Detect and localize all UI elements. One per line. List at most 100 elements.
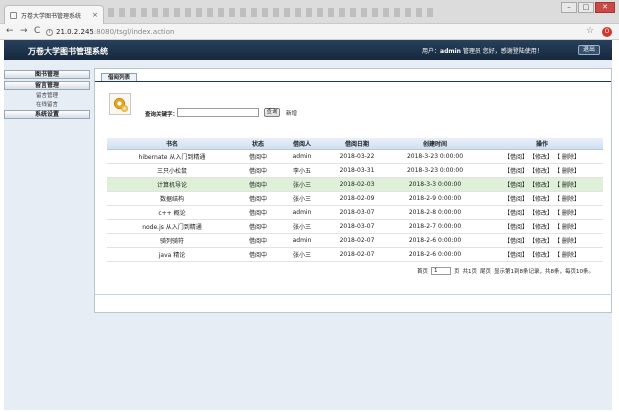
site-info-icon[interactable]: i — [46, 28, 53, 36]
first-page-link[interactable]: 首页 — [417, 267, 428, 275]
main-panel: 借阅列表 查询关键字： 查询 新增 书名 状态 借阅人 借阅日期 创建时间 操作… — [94, 68, 612, 313]
sidebar-item-book-mgmt[interactable]: 图书管理 — [4, 70, 90, 79]
table-row: node.js 从入门到精通 借阅中 张小三 2018-03-07 2018-2-7 0… — [107, 219, 603, 235]
cell-borrow-date: 2018-03-07 — [325, 219, 389, 235]
cell-borrower: admin — [279, 233, 325, 249]
cell-borrower: 张小三 — [279, 247, 325, 263]
cell-borrower: admin — [279, 205, 325, 220]
delete-link[interactable]: 【 删除】 — [557, 168, 580, 175]
reload-icon[interactable]: C — [34, 26, 40, 37]
cell-created: 2018-3-3 0:00:00 — [389, 177, 481, 192]
user-name: admin — [440, 48, 461, 55]
cell-actions: 【借阅】 【修改】【 删除】 — [481, 163, 603, 178]
search-label: 查询关键字： — [145, 112, 179, 118]
cell-borrower: 张小三 — [279, 177, 325, 192]
delete-link[interactable]: 【 删除】 — [557, 210, 580, 217]
url-field[interactable]: i 21.0.2.245 :8080/tsgl/index.action — [46, 26, 566, 38]
table-row: java 精论 借阅中 张小三 2018-02-07 2018-2-6 0:00:00 【… — [107, 247, 603, 263]
delete-link[interactable]: 【 删除】 — [557, 238, 580, 245]
cell-title: java 精论 — [107, 247, 237, 263]
cell-borrower: admin — [279, 149, 325, 164]
cell-status: 借阅中 — [237, 191, 279, 206]
forward-arrow-icon[interactable]: → — [20, 26, 28, 37]
cell-created: 2018-3-23 0:00:00 — [389, 149, 481, 164]
delete-link[interactable]: 【 删除】 — [557, 196, 580, 203]
cell-status: 借阅中 — [237, 219, 279, 235]
borrow-link[interactable]: 【借阅】 — [504, 168, 528, 175]
edit-link[interactable]: 【修改】 — [532, 154, 553, 161]
url-path: :8080/tsgl/index.action — [93, 28, 175, 36]
borrow-link[interactable]: 【借阅】 — [504, 238, 528, 245]
cell-status: 借阅中 — [237, 205, 279, 220]
edit-link[interactable]: 【修改】 — [532, 168, 553, 175]
edit-link[interactable]: 【修改】 — [532, 238, 553, 245]
delete-link[interactable]: 【 删除】 — [557, 252, 580, 259]
edit-link[interactable]: 【修改】 — [532, 210, 553, 217]
extension-icon[interactable]: O — [602, 27, 612, 37]
window-close-button[interactable]: ✕ — [595, 2, 615, 13]
edit-link[interactable]: 【修改】 — [532, 196, 553, 203]
add-button[interactable]: 新增 — [286, 109, 297, 117]
cell-status: 借阅中 — [237, 177, 279, 192]
app-header: 万卷大学图书管理系统 用户：admin 管理员 您好，感谢登陆使用！ 退出 — [4, 40, 612, 60]
cell-actions: 【借阅】 【修改】【 删除】 — [481, 247, 603, 263]
edit-link[interactable]: 【修改】 — [532, 224, 553, 231]
cell-status: 借阅中 — [237, 163, 279, 178]
browser-tab[interactable]: 万卷大学图书管理系统 × — [4, 5, 104, 24]
cell-borrow-date: 2018-03-07 — [325, 205, 389, 220]
table-row: hibernate 从入门到精通 借阅中 admin 2018-03-22 2018-3… — [107, 149, 603, 164]
borrow-link[interactable]: 【借阅】 — [504, 252, 528, 259]
cell-title: node.js 从入门到精通 — [107, 219, 237, 235]
edit-link[interactable]: 【修改】 — [532, 182, 553, 189]
cell-title: 骑列骑符 — [107, 233, 237, 249]
cell-title: 三只小松鼠 — [107, 163, 237, 178]
cell-created: 2018-2-7 0:00:00 — [389, 219, 481, 235]
search-input[interactable] — [177, 108, 259, 117]
url-host: 21.0.2.245 — [56, 28, 94, 36]
cell-title: 数据结构 — [107, 191, 237, 206]
delete-link[interactable]: 【 删除】 — [557, 154, 580, 161]
cell-borrower: 张小三 — [279, 191, 325, 206]
logout-button[interactable]: 退出 — [578, 45, 600, 55]
cell-status: 借阅中 — [237, 149, 279, 164]
sidebar-subitem-msg-mgmt[interactable]: 留言管理 — [4, 92, 90, 101]
cell-created: 2018-2-6 0:00:00 — [389, 233, 481, 249]
minimize-button[interactable]: – — [561, 2, 577, 13]
address-toolbar: ← → C i 21.0.2.245 :8080/tsgl/index.acti… — [0, 24, 619, 40]
col-status: 状态 — [237, 138, 279, 150]
delete-link[interactable]: 【 删除】 — [557, 224, 580, 231]
cell-actions: 【借阅】 【修改】【 删除】 — [481, 177, 603, 192]
user-suffix: 管理员 您好，感谢登陆使用！ — [460, 48, 543, 55]
panel-footer-line — [95, 294, 611, 295]
search-button[interactable]: 查询 — [264, 108, 280, 117]
table-header-row: 书名 状态 借阅人 借阅日期 创建时间 操作 — [107, 138, 603, 150]
total-pages: 共1页 — [462, 269, 478, 275]
borrow-link[interactable]: 【借阅】 — [504, 196, 528, 203]
cell-borrow-date: 2018-02-09 — [325, 191, 389, 206]
delete-link[interactable]: 【 删除】 — [557, 182, 580, 189]
borrow-link[interactable]: 【借阅】 — [504, 210, 528, 217]
table-row: 数据结构 借阅中 张小三 2018-02-09 2018-2-9 0:00:00 【借阅】… — [107, 191, 603, 206]
cell-created: 2018-2-6 0:00:00 — [389, 247, 481, 263]
record-summary: 显示第1到8条记录，共8条，每页10条。 — [494, 269, 595, 275]
cell-status: 借阅中 — [237, 233, 279, 249]
borrow-link[interactable]: 【借阅】 — [504, 182, 528, 189]
borrow-link[interactable]: 【借阅】 — [504, 154, 528, 161]
close-tab-icon[interactable]: × — [92, 11, 98, 19]
cell-title: 计算机导论 — [107, 177, 237, 192]
sidebar-subitem-online-msg[interactable]: 在线留言 — [4, 101, 90, 110]
last-page-link[interactable]: 尾页 — [480, 267, 491, 275]
edit-link[interactable]: 【修改】 — [532, 252, 553, 259]
cell-borrow-date: 2018-02-03 — [325, 177, 389, 192]
sidebar-item-msg-mgmt[interactable]: 留言管理 — [4, 81, 90, 90]
maximize-button[interactable]: □ — [578, 2, 594, 13]
back-arrow-icon[interactable]: ← — [6, 26, 14, 37]
sidebar-item-sys-settings[interactable]: 系统设置 — [4, 110, 90, 119]
page-number-input[interactable]: 1 — [431, 267, 452, 275]
cell-title: c++ 概论 — [107, 205, 237, 220]
borrow-link[interactable]: 【借阅】 — [504, 224, 528, 231]
col-borrow-date: 借阅日期 — [325, 138, 389, 150]
bookmark-star-icon[interactable]: ☆ — [586, 26, 594, 36]
col-borrower: 借阅人 — [279, 138, 325, 150]
browser-tab-bar: 万卷大学图书管理系统 × – □ ✕ — [0, 0, 619, 24]
